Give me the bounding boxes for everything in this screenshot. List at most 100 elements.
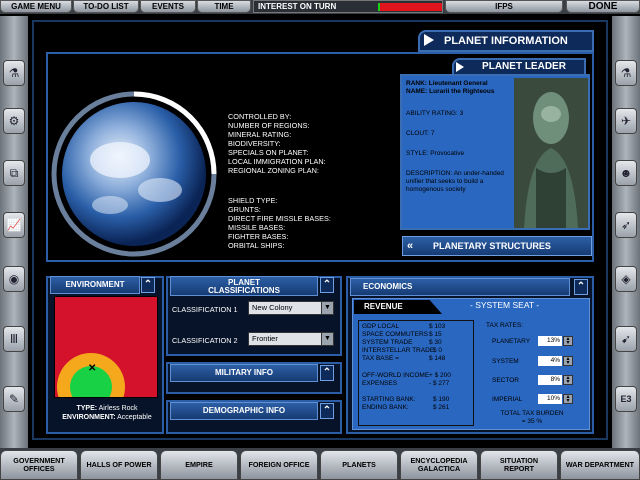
revenue-row: TAX BASE = $ 148 xyxy=(362,355,470,363)
starting-bank-row: STARTING BANK: $ 190 xyxy=(362,396,470,404)
time-button[interactable]: TIME xyxy=(197,0,251,13)
env-environment: ENVIRONMENT: Acceptable xyxy=(54,413,160,422)
burden-label: TOTAL TAX BURDEN xyxy=(500,410,564,417)
burden-value: = 35 % xyxy=(521,418,543,425)
interest-bar xyxy=(378,3,442,11)
economics-title: ECONOMICS xyxy=(350,278,570,296)
nav-situation-report[interactable]: SITUATION REPORT xyxy=(480,450,558,480)
revenue-box: GDP LOCAL $ 103 SPACE COMMUTERS $ 15 SYSTE… xyxy=(358,320,474,426)
done-button[interactable]: DONE xyxy=(566,0,640,13)
row-label: TAX BASE = xyxy=(362,355,399,362)
stat-label: BIODIVERSITY: xyxy=(228,139,281,148)
flask-icon[interactable]: ⚗ xyxy=(3,60,25,86)
e3-button[interactable]: E3 xyxy=(615,386,637,412)
todo-list-button[interactable]: TO-DO LIST xyxy=(73,0,139,13)
planet-info-title: PLANET INFORMATION xyxy=(418,30,594,52)
stat-label: SPECIALS ON PLANET: xyxy=(228,148,309,157)
classification-1-label: CLASSIFICATION 1 xyxy=(172,305,238,314)
tax-stepper-planetary[interactable]: ▴ ▾ xyxy=(563,336,573,346)
tax-stepper-system[interactable]: ▴ ▾ xyxy=(563,356,573,366)
row-value: $ 30 xyxy=(429,339,442,346)
environment-title: ENVIRONMENT xyxy=(50,276,140,294)
row-value: $ 15 xyxy=(429,331,442,338)
fleet-icon[interactable]: ➹ xyxy=(615,326,637,352)
system-seat-label: - SYSTEM SEAT - xyxy=(470,300,540,310)
graph-icon[interactable]: 📈 xyxy=(3,212,25,238)
shield-icon[interactable]: ◈ xyxy=(615,266,637,292)
military-title: MILITARY INFO xyxy=(170,364,318,382)
demographic-expand-button[interactable]: ⌃ xyxy=(320,403,334,419)
env-value: Acceptable xyxy=(117,414,152,421)
tax-input-planetary[interactable]: 13% xyxy=(538,336,562,346)
stat-label: NUMBER OF REGIONS: xyxy=(228,121,310,130)
offworld-value: + $ 200 xyxy=(429,372,451,379)
wrench-icon[interactable]: ✎ xyxy=(3,386,25,412)
structure-icon[interactable]: Ⅲ xyxy=(3,326,25,352)
classification-2-select[interactable]: Frontier ▼ xyxy=(248,332,334,346)
stat-label: CONTROLLED BY: xyxy=(228,112,292,121)
rank-value: Lieutenant General xyxy=(428,80,488,87)
tax-stepper-sector[interactable]: ▴ ▾ xyxy=(563,375,573,385)
chevron-down-icon: ▼ xyxy=(321,333,333,345)
nav-government-offices[interactable]: GOVERNMENT OFFICES xyxy=(0,450,78,480)
gear-icon[interactable]: ⚙ xyxy=(3,108,25,134)
interest-label: INTEREST ON TURN xyxy=(258,2,337,11)
nav-halls-of-power[interactable]: HALLS OF POWER xyxy=(80,450,158,480)
game-menu-button[interactable]: GAME MENU xyxy=(0,0,72,13)
interest-on-turn: INTEREST ON TURN xyxy=(253,0,443,13)
economics-collapse-button[interactable]: ⌃ xyxy=(574,279,588,295)
tax-label-planetary: PLANETARY xyxy=(492,338,531,345)
nav-planets[interactable]: PLANETS xyxy=(320,450,398,480)
environment-graph: ✕ xyxy=(54,296,158,398)
right-sidebar: ⚗ ✈ ☻ ➶ ◈ ➹ E3 xyxy=(612,16,640,452)
revenue-row: SYSTEM TRADE $ 30 xyxy=(362,339,470,347)
tax-label-imperial: IMPERIAL xyxy=(492,396,523,403)
tax-rates-label: TAX RATES: xyxy=(486,322,523,329)
environment-collapse-button[interactable]: ⌃ xyxy=(141,277,155,293)
tax-label-sector: SECTOR xyxy=(492,377,519,384)
planet-stats-list: CONTROLLED BY: NUMBER OF REGIONS: MINERA… xyxy=(228,112,326,175)
type-value: Airless Rock xyxy=(98,405,138,412)
double-chevron-left-icon: « xyxy=(407,240,414,252)
tax-stepper-imperial[interactable]: ▴ ▾ xyxy=(563,394,573,404)
ifps-display: IFPs xyxy=(445,0,563,13)
revenue-row: SPACE COMMUTERS $ 15 xyxy=(362,331,470,339)
globe-icon[interactable]: ◉ xyxy=(3,266,25,292)
classification-1-select[interactable]: New Colony ▼ xyxy=(248,301,334,315)
row-value: $ 0 xyxy=(433,347,443,354)
flask-icon-right[interactable]: ⚗ xyxy=(615,60,637,86)
stat-label: MINERAL RATING: xyxy=(228,130,292,139)
ending-label: ENDING BANK: xyxy=(362,404,409,411)
nav-encyclopedia-galactica[interactable]: ENCYCLOPEDIA GALACTICA xyxy=(400,450,478,480)
classification-2-value: Frontier xyxy=(252,334,278,343)
defense-label: SHIELD TYPE: xyxy=(228,196,278,205)
rocket-icon[interactable]: ➶ xyxy=(615,212,637,238)
planetary-structures-button[interactable]: « PLANETARY STRUCTURES xyxy=(402,236,592,256)
ship-icon[interactable]: ✈ xyxy=(615,108,637,134)
row-value: $ 148 xyxy=(429,355,446,362)
people-icon[interactable]: ☻ xyxy=(615,160,637,186)
military-expand-button[interactable]: ⌃ xyxy=(320,365,334,381)
chevron-down-icon: ▼ xyxy=(321,302,333,314)
row-label: INTERSTELLAR TRADE xyxy=(362,347,435,354)
tax-input-sector[interactable]: 8% xyxy=(538,375,562,385)
structures-label: PLANETARY STRUCTURES xyxy=(433,241,551,251)
ending-bank-row: ENDING BANK: $ 261 xyxy=(362,404,470,412)
tax-input-imperial[interactable]: 10% xyxy=(538,394,562,404)
env-label: ENVIRONMENT: xyxy=(62,414,116,421)
starting-label: STARTING BANK: xyxy=(362,396,416,403)
tax-input-system[interactable]: 4% xyxy=(538,356,562,366)
nav-foreign-office[interactable]: FOREIGN OFFICE xyxy=(240,450,318,480)
defense-label: GRUNTS: xyxy=(228,205,261,214)
offworld-row: OFF-WORLD INCOME + $ 200 xyxy=(362,372,470,380)
nav-war-department[interactable]: WAR DEPARTMENT xyxy=(560,450,640,480)
row-value: $ 103 xyxy=(429,323,446,330)
org-chart-icon[interactable]: ⧉ xyxy=(3,160,25,186)
expenses-label: EXPENSES xyxy=(362,380,398,387)
events-button[interactable]: EVENTS xyxy=(140,0,196,13)
left-sidebar: ⚗ ⚙ ⧉ 📈 ◉ Ⅲ ✎ xyxy=(0,16,28,452)
offworld-label: OFF-WORLD INCOME xyxy=(362,372,430,379)
classifications-collapse-button[interactable]: ⌃ xyxy=(320,277,334,293)
env-type: TYPE: Airless Rock xyxy=(54,404,160,413)
nav-empire[interactable]: EMPIRE xyxy=(160,450,238,480)
